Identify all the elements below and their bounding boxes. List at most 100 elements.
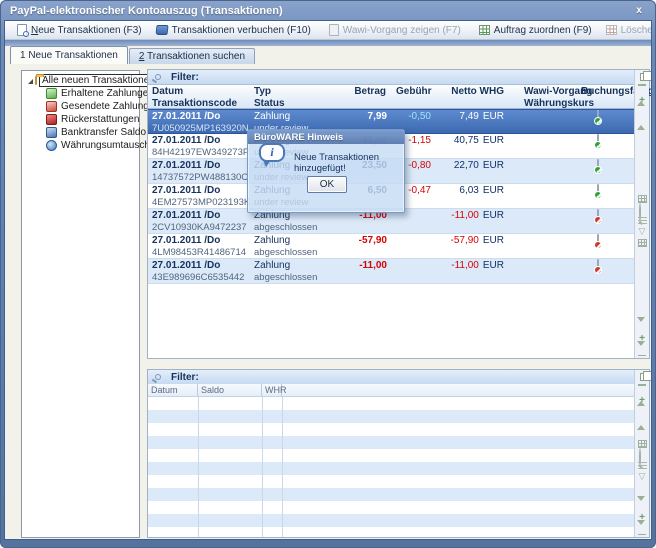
bookable-blocked-icon [597,259,599,272]
tree-root-label[interactable]: Alle neuen Transaktionen [39,74,158,87]
category-tree: Alle neuen Transaktionen Erhaltene Zahlu… [21,70,140,538]
ok-button[interactable]: OK [307,176,347,193]
bookable-check-icon [597,184,599,197]
column-divider [282,397,283,537]
search-document-icon [17,24,27,36]
transactions-filter-bar[interactable]: Filter: [148,70,649,85]
tree-item-gesendete-zahlungen[interactable]: Gesendete Zahlungen [22,100,139,113]
scroll-to-top-icon[interactable] [637,384,648,394]
column-whr[interactable]: WHR [262,384,282,396]
empty-row [148,436,634,449]
empty-row [148,397,634,410]
grid-view-icon[interactable] [638,440,647,448]
bookable-check-icon [597,134,599,147]
screen: PayPal-elektronischer Kontoauszug (Trans… [0,0,656,548]
dialog-message: Neue Transaktionen hinzugefügt! [294,152,400,174]
filter-search-icon [155,74,161,80]
transaction-row[interactable]: 27.01.2011 /Do43E989696C6535442 Zahlunga… [148,259,634,284]
tab-bar: 1 Neue Transaktionen 2 Transaktionen suc… [5,46,651,64]
currency-globe-icon [46,140,57,151]
tree-item-banktransfer-saldo[interactable]: Banktransfer Saldo [22,126,139,139]
list-icon[interactable] [638,217,647,225]
delete-assignment-button: Löschen Zuordnung Auftrag (F4) [599,22,652,39]
table-side-toolbar: + ▽ + [634,70,649,358]
copy-icon[interactable] [640,373,647,381]
title-bar: PayPal-elektronischer Kontoauszug (Trans… [10,3,646,19]
scroll-to-top-icon[interactable] [637,84,648,94]
red-payment-icon [46,101,57,112]
toolbar: Neue Transaktionen (F3) Transaktionen ve… [5,21,651,40]
scroll-up-icon[interactable] [637,108,648,118]
column-saldo[interactable]: Saldo [198,384,262,396]
tree-root[interactable]: Alle neuen Transaktionen [22,74,139,87]
empty-row [148,423,634,436]
book-icon [155,25,168,35]
green-payment-icon [46,88,57,99]
document-icon [329,24,339,36]
dialog-title: BüroWARE Hinweis [254,132,343,143]
window-body: Neue Transaktionen (F3) Transaktionen ve… [4,20,652,540]
bookable-blocked-icon [597,209,599,222]
empty-row [148,475,634,488]
folder-icon [35,76,37,85]
red-grid-icon [606,25,617,35]
tree-item-erhaltene-zahlungen[interactable]: Erhaltene Zahlungen [22,87,139,100]
scroll-to-bottom-icon[interactable] [637,346,648,356]
scroll-to-bottom-icon[interactable] [637,525,648,535]
empty-row [148,501,634,514]
green-grid-icon [479,25,490,35]
export-icon[interactable] [638,239,647,247]
copy-icon[interactable] [640,73,647,81]
empty-row [148,410,634,423]
search-icon[interactable] [637,449,648,459]
hinweis-dialog: BüroWARE Hinweis i Neue Transaktionen hi… [247,129,405,213]
scroll-up-icon[interactable] [637,408,648,418]
refund-icon [46,114,57,125]
saldo-panel: Filter: Datum Saldo WHR [147,369,650,538]
bookable-check-icon [597,159,599,172]
dialog-title-bar[interactable]: BüroWARE Hinweis [248,130,404,144]
saldo-filter-bar[interactable]: Filter: [148,370,649,385]
window-title: PayPal-elektronischer Kontoauszug (Trans… [10,5,632,17]
expand-arrow-icon[interactable] [28,79,33,84]
tree-item-rueckerstattungen[interactable]: Rückerstattungen [22,113,139,126]
new-transactions-button[interactable]: Neue Transaktionen (F3) [10,22,149,39]
bookable-check-icon [597,110,599,123]
scroll-down-icon[interactable] [637,501,648,511]
grid-view-icon[interactable] [638,195,647,203]
empty-row [148,462,634,475]
filter-icon[interactable]: ▽ [637,471,648,481]
filter-label: Filter: [171,72,199,83]
bookable-blocked-icon [597,234,599,247]
saldo-rows [148,397,634,537]
table-header[interactable]: DatumTransaktionscode TypStatus Betrag G… [148,85,634,109]
post-transactions-button[interactable]: Transaktionen verbuchen (F10) [149,22,318,39]
filter-search-icon [155,374,161,380]
assign-order-button[interactable]: Auftrag zuordnen (F9) [472,22,599,39]
column-divider [262,397,263,537]
tab-neue-transaktionen[interactable]: 1 Neue Transaktionen [10,46,128,64]
saldo-table-header[interactable]: Datum Saldo WHR [148,384,634,397]
column-datum[interactable]: Datum [148,384,198,396]
empty-row [148,488,634,501]
transaction-row[interactable]: 27.01.2011 /Do4LM98453R41486714 Zahlunga… [148,234,634,259]
transactions-panel: Filter: DatumTransaktionscode TypStatus … [147,69,650,359]
show-wawi-button: Wawi-Vorgang zeigen (F7) [322,22,468,39]
empty-row [148,449,634,462]
add-row-icon[interactable]: + [637,396,648,406]
tab-transaktionen-suchen[interactable]: 2 Transaktionen suchen [129,48,255,64]
add-row-icon[interactable]: + [637,96,648,106]
empty-row [148,527,634,537]
empty-row [148,514,634,527]
tree-item-waehrungsumtausch[interactable]: Währungsumtausch [22,139,139,152]
close-icon[interactable]: x [632,5,646,18]
column-divider [198,397,199,537]
info-bubble-icon: i [259,143,285,162]
filter-icon[interactable]: ▽ [637,226,648,236]
scroll-down-icon[interactable] [637,322,648,332]
list-icon[interactable] [638,462,647,470]
saldo-side-toolbar: + ▽ + [634,370,649,537]
search-icon[interactable] [637,204,648,214]
filter-label: Filter: [171,372,199,383]
bank-book-icon [46,127,57,138]
